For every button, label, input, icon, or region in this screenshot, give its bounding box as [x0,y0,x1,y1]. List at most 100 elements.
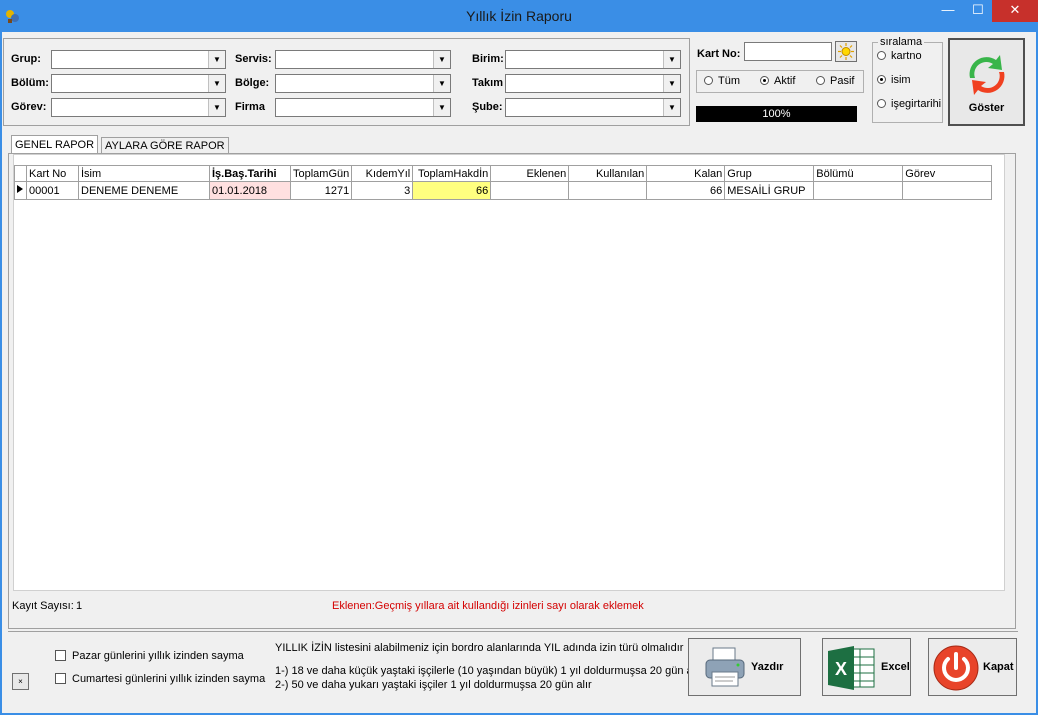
chevron-down-icon[interactable]: ▼ [433,99,450,116]
current-row-arrow-icon [17,185,23,193]
cell-eklenen[interactable] [490,181,570,200]
progress-bar: 100% [696,106,857,122]
cell-kullanilan[interactable] [568,181,648,200]
goster-label: Göster [968,102,1005,114]
close-window-button[interactable]: ✕ [992,0,1038,22]
row-header-corner [14,165,27,182]
kart-no-input[interactable] [744,42,832,61]
chevron-down-icon[interactable]: ▼ [208,51,225,68]
radio-label: Tüm [718,75,740,87]
kart-search-button[interactable] [835,41,857,62]
cell-kart-no[interactable]: 00001 [26,181,79,200]
info-line-1: YILLIK İZİN listesini alabilmeniz için b… [275,642,684,654]
radio-pasif[interactable]: Pasif [816,75,854,87]
chevron-down-icon[interactable]: ▼ [433,75,450,92]
table-row[interactable]: 00001 DENEME DENEME 01.01.2018 1271 3 66… [14,181,993,200]
radio-isim[interactable]: isim [877,74,911,86]
chevron-down-icon[interactable]: ▼ [433,51,450,68]
tab-genel-rapor[interactable]: GENEL RAPOR [11,135,99,154]
sube-combo[interactable]: ▼ [505,98,681,117]
kapat-button[interactable]: Kapat [928,638,1017,696]
chevron-down-icon[interactable]: ▼ [663,99,680,116]
cell-kalan[interactable]: 66 [646,181,726,200]
radio-aktif[interactable]: Aktif [760,75,795,87]
chevron-down-icon[interactable]: ▼ [663,51,680,68]
column-header[interactable]: ToplamHakdİn [412,165,492,182]
firma-label: Firma [235,101,265,113]
takim-combo[interactable]: ▼ [505,74,681,93]
cell-toplam-gun[interactable]: 1271 [289,181,353,200]
yazdir-label: Yazdır [751,661,784,673]
column-header[interactable]: KıdemYıl [351,165,414,182]
grup-label: Grup: [11,53,41,65]
radio-indicator[interactable] [704,76,713,85]
birim-combo[interactable]: ▼ [505,50,681,69]
checkbox-box[interactable] [55,673,66,684]
window-title: Yıllık İzin Raporu [466,8,572,24]
bolge-combo[interactable]: ▼ [275,74,451,93]
radio-label: Aktif [774,75,796,87]
maximize-button[interactable]: ☐ [962,0,994,22]
sube-label: Şube: [472,101,503,113]
radio-indicator[interactable] [816,76,825,85]
report-table: Kart No İsim İş.Baş.Tarihi ToplamGün Kıd… [14,165,993,200]
data-grid[interactable]: Kart No İsim İş.Baş.Tarihi ToplamGün Kıd… [13,154,1005,591]
column-header[interactable]: ToplamGün [289,165,353,182]
birim-label: Birim: [472,53,504,65]
chevron-down-icon[interactable]: ▼ [663,75,680,92]
app-window: Yıllık İzin Raporu — ☐ ✕ Grup: ▼ Bölüm: … [0,0,1038,715]
goster-button[interactable]: Göster [948,38,1025,126]
radio-indicator[interactable] [760,76,769,85]
radio-indicator[interactable] [877,51,886,60]
column-header[interactable]: Grup [724,165,815,182]
info-line-3: 2-) 50 ve daha yukarı yaştaki işçiler 1 … [275,679,592,691]
row-indicator[interactable] [14,181,27,200]
radio-isegirtarihi[interactable]: işegirtarihi [877,98,941,110]
bolum-label: Bölüm: [11,77,49,89]
column-header[interactable]: Bölümü [813,165,904,182]
sun-icon [838,43,854,60]
grup-combo[interactable]: ▼ [51,50,226,69]
bolum-combo[interactable]: ▼ [51,74,226,93]
radio-indicator[interactable] [877,75,886,84]
small-x-button[interactable]: × [12,673,29,690]
cell-bolumu[interactable] [813,181,904,200]
column-header[interactable]: İsim [78,165,210,182]
excel-button[interactable]: X Excel [822,638,911,696]
column-header[interactable]: Kart No [26,165,79,182]
svg-text:X: X [835,659,847,679]
yazdir-button[interactable]: Yazdır [688,638,801,696]
info-line-2: 1-) 18 ve daha küçük yaştaki işçilerle (… [275,665,702,677]
minimize-button[interactable]: — [932,0,964,22]
column-header[interactable]: Kalan [646,165,726,182]
servis-label: Servis: [235,53,272,65]
eklenen-note: Eklenen:Geçmiş yıllara ait kullandığı iz… [332,600,644,612]
kayit-sayisi-value: 1 [76,600,83,612]
checkbox-box[interactable] [55,650,66,661]
kart-no-label: Kart No: [697,48,741,60]
servis-combo[interactable]: ▼ [275,50,451,69]
chevron-down-icon[interactable]: ▼ [208,99,225,116]
column-header[interactable]: Görev [902,165,993,182]
radio-indicator[interactable] [877,99,886,108]
cell-kidem-yil[interactable]: 3 [351,181,414,200]
column-header[interactable]: İş.Baş.Tarihi [209,165,291,182]
cell-toplam-hak[interactable]: 66 [412,181,492,200]
cell-is-bas-tarihi[interactable]: 01.01.2018 [209,181,291,200]
gorev-combo[interactable]: ▼ [51,98,226,117]
cell-gorev[interactable] [902,181,993,200]
tab-aylara-gore-rapor[interactable]: AYLARA GÖRE RAPOR [101,137,229,154]
excel-label: Excel [881,661,910,673]
cell-isim[interactable]: DENEME DENEME [78,181,210,200]
cell-grup[interactable]: MESAİLİ GRUP [724,181,815,200]
radio-kartno[interactable]: kartno [877,50,922,62]
column-header[interactable]: Eklenen [490,165,570,182]
chevron-down-icon[interactable]: ▼ [208,75,225,92]
column-header[interactable]: Kullanılan [568,165,648,182]
cumartesi-checkbox[interactable]: Cumartesi günlerini yıllık izinden sayma [55,673,265,685]
takim-label: Takım [472,77,503,89]
radio-tum[interactable]: Tüm [704,75,740,87]
bottom-divider [8,631,1018,632]
firma-combo[interactable]: ▼ [275,98,451,117]
pazar-checkbox[interactable]: Pazar günlerini yıllık izinden sayma [55,650,244,662]
